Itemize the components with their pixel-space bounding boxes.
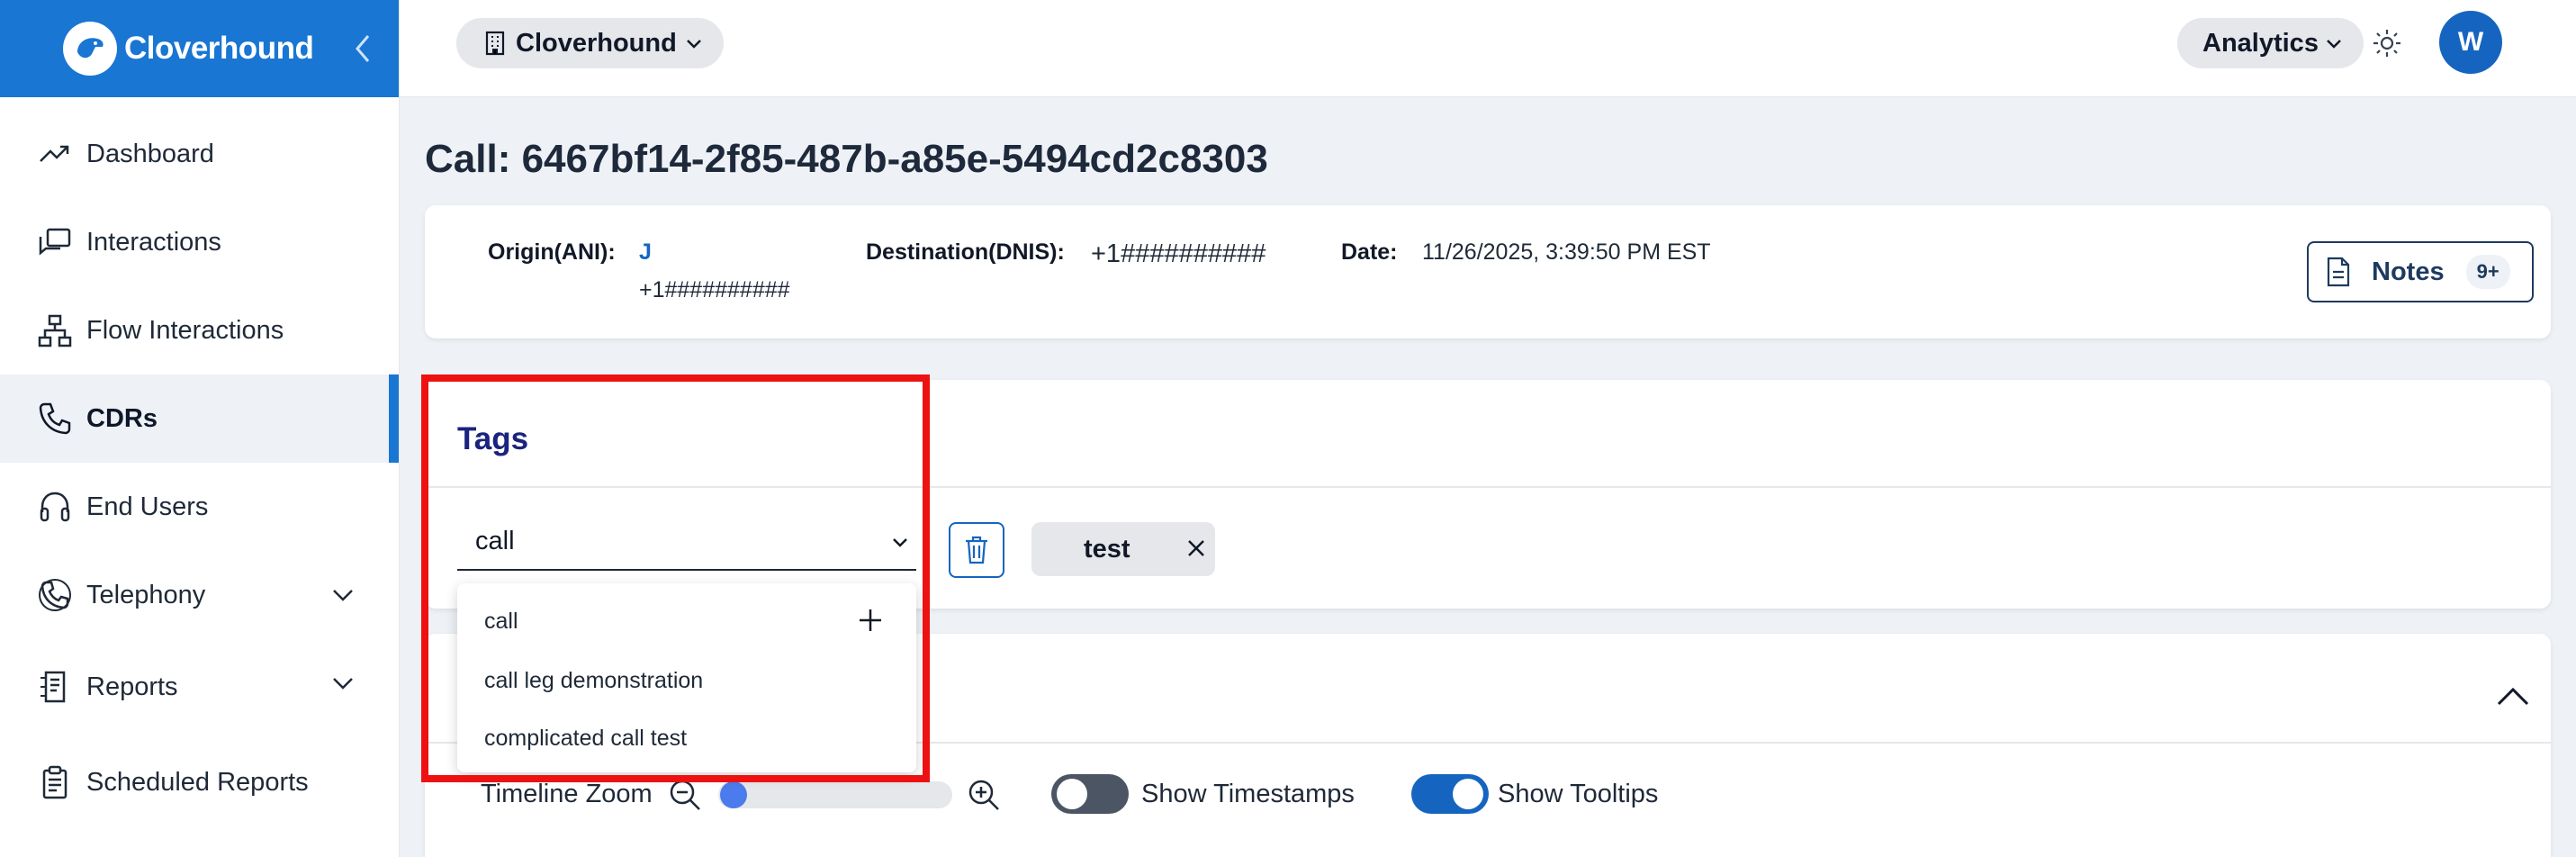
document-icon xyxy=(2327,257,2350,287)
sidebar-item-label: Dashboard xyxy=(86,139,214,168)
notes-count-badge: 9+ xyxy=(2465,255,2510,289)
building-icon xyxy=(485,31,505,56)
highlight-box xyxy=(421,374,930,782)
trash-icon xyxy=(966,536,987,564)
show-tooltips-label: Show Tooltips xyxy=(1498,780,1659,808)
toggle-knob xyxy=(1453,779,1483,809)
show-timestamps-toggle[interactable] xyxy=(1051,774,1129,814)
cloverhound-logo-icon xyxy=(63,22,117,76)
destination-value: +1########## xyxy=(1091,239,1266,268)
tag-chip: test xyxy=(1031,522,1215,576)
date-value: 11/26/2025, 3:39:50 PM EST xyxy=(1422,239,1711,265)
zoom-in-icon[interactable] xyxy=(967,778,1001,812)
call-info-card: Origin(ANI): J +1########## Destination(… xyxy=(425,205,2551,338)
date-label: Date: xyxy=(1341,239,1398,265)
sidebar-item-end-users[interactable]: End Users xyxy=(0,463,399,551)
analytics-menu-button[interactable]: Analytics xyxy=(2177,18,2364,68)
sidebar-item-label: Flow Interactions xyxy=(86,315,284,345)
chevron-down-icon xyxy=(686,40,701,49)
sidebar-item-reports[interactable]: Reports xyxy=(0,639,399,735)
page-title: Call: 6467bf14-2f85-487b-a85e-5494cd2c83… xyxy=(425,137,1268,181)
notes-label: Notes xyxy=(2372,257,2445,286)
user-avatar[interactable]: W xyxy=(2439,11,2502,74)
collapse-sidebar-icon[interactable] xyxy=(349,29,376,68)
origin-name-link[interactable]: J xyxy=(639,239,652,266)
sidebar-item-label: End Users xyxy=(86,492,209,521)
sidebar-item-telephony[interactable]: Telephony xyxy=(0,551,399,639)
theme-toggle-sun-icon[interactable] xyxy=(2371,27,2403,59)
sidebar-item-scheduled-reports[interactable]: Scheduled Reports xyxy=(0,735,399,830)
phone-ring-icon xyxy=(36,576,74,614)
sidebar-item-label: Telephony xyxy=(86,580,206,609)
close-icon[interactable] xyxy=(1184,537,1208,560)
tag-chip-label: test xyxy=(1084,534,1130,564)
top-bar: Cloverhound Analytics W xyxy=(400,0,2576,97)
sidebar: Cloverhound Dashboard Interactions Flow … xyxy=(0,0,400,857)
sidebar-item-label: Interactions xyxy=(86,227,221,257)
notes-button[interactable]: Notes 9+ xyxy=(2307,241,2534,302)
sidebar-item-flow-interactions[interactable]: Flow Interactions xyxy=(0,286,399,374)
brand-name: Cloverhound xyxy=(124,31,314,66)
origin-number: +1########## xyxy=(639,277,790,302)
chevron-down-icon[interactable] xyxy=(329,582,356,609)
show-tooltips-toggle[interactable] xyxy=(1411,774,1489,814)
delete-tag-button[interactable] xyxy=(949,522,1004,578)
sidebar-nav: Dashboard Interactions Flow Interactions… xyxy=(0,97,399,830)
chevron-down-icon[interactable] xyxy=(329,670,356,697)
sidebar-item-label: Scheduled Reports xyxy=(86,767,309,797)
report-icon xyxy=(36,668,74,706)
sidebar-item-interactions[interactable]: Interactions xyxy=(0,198,399,286)
timeline-zoom-label: Timeline Zoom xyxy=(481,780,653,808)
timeline-zoom-slider-handle[interactable] xyxy=(720,781,747,808)
trending-up-icon xyxy=(36,135,74,173)
sidebar-item-label: Reports xyxy=(86,672,178,701)
sidebar-item-label: CDRs xyxy=(86,403,158,433)
origin-label: Origin(ANI): xyxy=(488,239,616,265)
flow-icon xyxy=(36,311,74,349)
sidebar-item-dashboard[interactable]: Dashboard xyxy=(0,110,399,198)
clipboard-icon xyxy=(36,763,74,801)
phone-icon xyxy=(36,400,74,438)
timeline-zoom-slider[interactable] xyxy=(718,781,952,808)
organization-name: Cloverhound xyxy=(516,28,677,58)
chevron-up-icon[interactable] xyxy=(2495,682,2531,709)
zoom-out-icon[interactable] xyxy=(668,778,702,812)
analytics-label: Analytics xyxy=(2202,28,2319,58)
chat-icon xyxy=(36,223,74,261)
brand-header: Cloverhound xyxy=(0,0,399,97)
show-timestamps-label: Show Timestamps xyxy=(1141,780,1355,808)
toggle-knob xyxy=(1057,779,1087,809)
chevron-down-icon xyxy=(2327,40,2341,49)
sidebar-item-cdrs[interactable]: CDRs xyxy=(0,374,399,463)
headset-icon xyxy=(36,488,74,526)
organization-select[interactable]: Cloverhound xyxy=(456,18,724,68)
destination-label: Destination(DNIS): xyxy=(866,239,1065,265)
